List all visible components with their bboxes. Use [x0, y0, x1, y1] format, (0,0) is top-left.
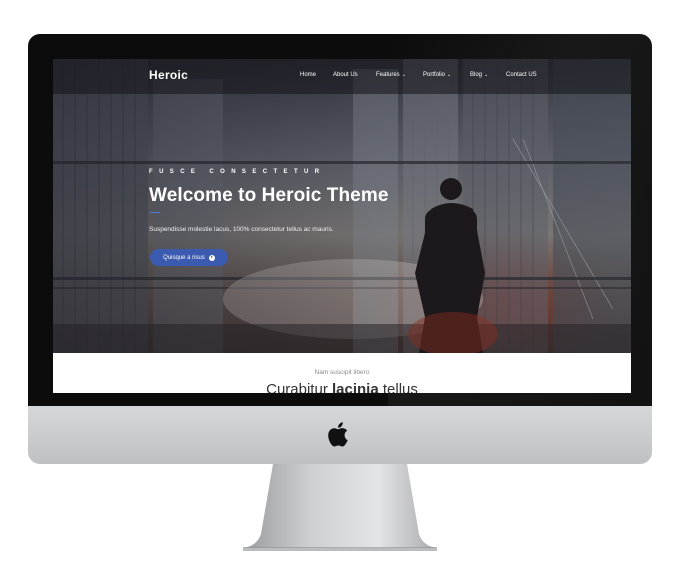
nav-item-home[interactable]: Home: [300, 72, 316, 78]
intro-section: Nam suscipit libero Curabitur lacinia te…: [53, 353, 631, 393]
section-title: Curabitur lacinia tellus: [53, 381, 631, 393]
nav-item-features[interactable]: Features ⌄: [376, 72, 406, 78]
nav-item-about-us[interactable]: About Us: [333, 72, 358, 78]
website-screen: Heroic Home About Us Features ⌄ Portfolio…: [53, 59, 631, 393]
nav-item-portfolio[interactable]: Portfolio ⌄: [423, 72, 451, 78]
section-eyebrow: Nam suscipit libero: [314, 369, 370, 376]
hero-title: Welcome to Heroic Theme: [149, 185, 389, 206]
nav-item-label: Blog: [470, 72, 483, 78]
nav-item-label: Features: [376, 72, 400, 78]
chevron-down-icon: ⌄: [484, 72, 489, 78]
section-title-bold: lacinia: [331, 381, 379, 393]
hero-cta-button[interactable]: Quisque a risus: [150, 249, 228, 266]
chevron-down-icon: ⌄: [401, 72, 406, 78]
monitor-stand: [243, 464, 437, 551]
nav-item-contact-us[interactable]: Contact US: [506, 72, 537, 78]
arrow-circle-right-icon: [208, 254, 215, 261]
nav-item-blog[interactable]: Blog ⌄: [470, 72, 488, 78]
hero-section: Heroic Home About Us Features ⌄ Portfolio…: [53, 59, 631, 353]
site-navbar: Heroic Home About Us Features ⌄ Portfolio…: [53, 59, 631, 94]
nav-item-label: Contact US: [506, 72, 537, 78]
apple-logo-icon: [328, 422, 348, 447]
cta-label: Quisque a risus: [163, 254, 205, 261]
main-nav: Home About Us Features ⌄ Portfolio ⌄ Blog ⌄…: [53, 72, 631, 84]
hero-subtitle: Suspendisse molestie lacus, 100% consect…: [149, 226, 334, 233]
chevron-down-icon: ⌄: [447, 72, 452, 78]
nav-item-label: About Us: [333, 72, 358, 78]
section-title-regular: Curabitur: [266, 381, 332, 393]
nav-item-label: Portfolio: [423, 72, 446, 78]
hero-eyebrow: FUSCE CONSECTETUR: [149, 169, 326, 175]
title-underline: [150, 212, 160, 213]
section-title-tail: tellus: [378, 381, 418, 393]
nav-item-label: Home: [300, 72, 317, 78]
